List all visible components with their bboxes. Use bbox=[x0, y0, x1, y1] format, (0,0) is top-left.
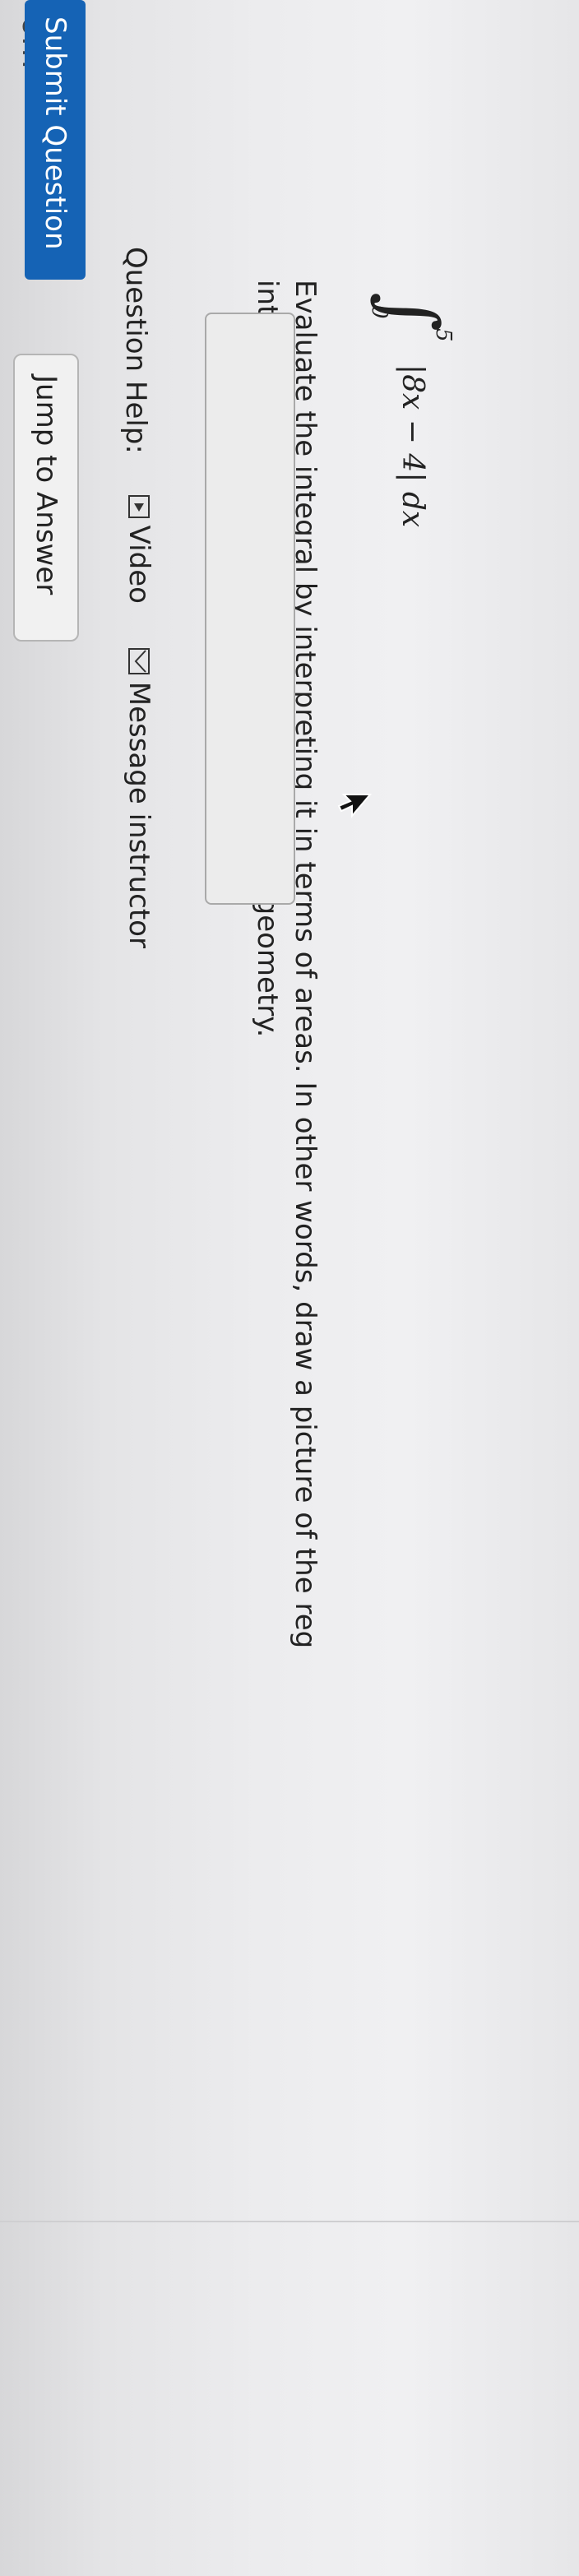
video-link[interactable]: Video bbox=[123, 494, 155, 604]
integral-upper-limit: 5 bbox=[431, 328, 456, 342]
envelope-icon bbox=[128, 647, 150, 674]
divider bbox=[0, 2221, 579, 2222]
jump-to-answer-button[interactable]: Jump to Answer bbox=[13, 354, 79, 642]
question-panel: om Evaluate the integral by interpreting… bbox=[0, 0, 579, 2576]
question-help-label: Question Help: bbox=[119, 247, 152, 454]
question-help: Question Help: Video Message instructor bbox=[114, 247, 155, 983]
message-instructor-link[interactable]: Message instructor bbox=[123, 647, 155, 948]
integrand: |8x − 4| dx bbox=[396, 364, 429, 528]
message-instructor-label: Message instructor bbox=[123, 681, 155, 948]
answer-input[interactable] bbox=[205, 313, 295, 905]
integral-lower-limit: 0 bbox=[367, 305, 391, 319]
mouse-pointer-icon bbox=[337, 794, 373, 818]
video-link-label: Video bbox=[123, 525, 155, 604]
video-icon bbox=[128, 494, 150, 518]
submit-question-button[interactable]: Submit Question bbox=[25, 0, 86, 280]
action-buttons: Submit Question Jump to Answer bbox=[3, 0, 86, 2576]
